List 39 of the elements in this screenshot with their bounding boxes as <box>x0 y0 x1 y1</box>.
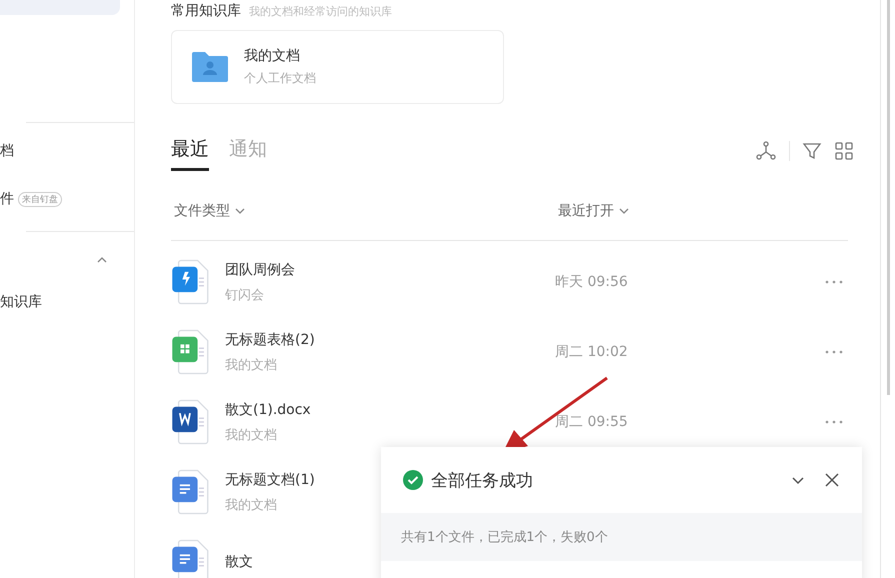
column-filter[interactable]: 文件类型 <box>171 202 555 220</box>
file-location: 我的文档 <box>225 426 277 444</box>
file-location: 我的文档 <box>225 496 277 514</box>
source-badge: 来自钉盘 <box>18 192 62 206</box>
scrollbar[interactable] <box>886 0 890 395</box>
more-button[interactable] <box>825 420 843 424</box>
card-description: 个人工作文档 <box>244 70 316 87</box>
tab[interactable]: 最近 <box>171 136 209 171</box>
column-filter[interactable]: 最近打开 <box>555 202 755 220</box>
popup-title: 全部任务成功 <box>431 470 533 492</box>
filter-icon[interactable] <box>802 141 822 161</box>
opened-time: 周二 10:02 <box>555 343 629 361</box>
section-title: 常用知识库 <box>171 2 241 20</box>
more-button[interactable] <box>825 350 843 354</box>
file-title[interactable]: 无标题表格(2) <box>225 330 315 348</box>
file-location: 我的文档 <box>225 356 277 374</box>
popup-summary: 共有1个文件，已完成1个，失败0个 <box>401 529 608 546</box>
file-icon <box>171 259 209 305</box>
file-location: 钉闪会 <box>225 286 264 304</box>
knowledge-card[interactable]: 我的文档 个人工作文档 <box>171 30 504 104</box>
sidebar-item[interactable]: 件 <box>0 190 14 208</box>
file-title[interactable]: 散文 <box>225 553 253 571</box>
share-nodes-icon[interactable] <box>755 140 777 162</box>
section-subtitle: 我的文档和经常访问的知识库 <box>249 4 392 19</box>
sidebar-group-label[interactable]: 知识库 <box>0 293 42 311</box>
file-title[interactable]: 团队周例会 <box>225 260 295 278</box>
file-title[interactable]: 散文(1).docx <box>225 400 311 418</box>
card-title: 我的文档 <box>244 47 301 65</box>
file-title[interactable]: 无标题文档(1) <box>225 470 315 488</box>
folder-icon <box>190 50 230 84</box>
file-icon <box>171 329 209 375</box>
file-icon <box>171 469 209 515</box>
more-button[interactable] <box>825 280 843 284</box>
grid-view-icon[interactable] <box>834 141 854 161</box>
close-icon[interactable] <box>824 472 840 488</box>
opened-time: 周二 09:55 <box>555 413 629 431</box>
opened-time: 昨天 09:56 <box>555 273 629 291</box>
file-icon <box>171 399 209 445</box>
sidebar-item[interactable]: 档 <box>0 142 14 160</box>
